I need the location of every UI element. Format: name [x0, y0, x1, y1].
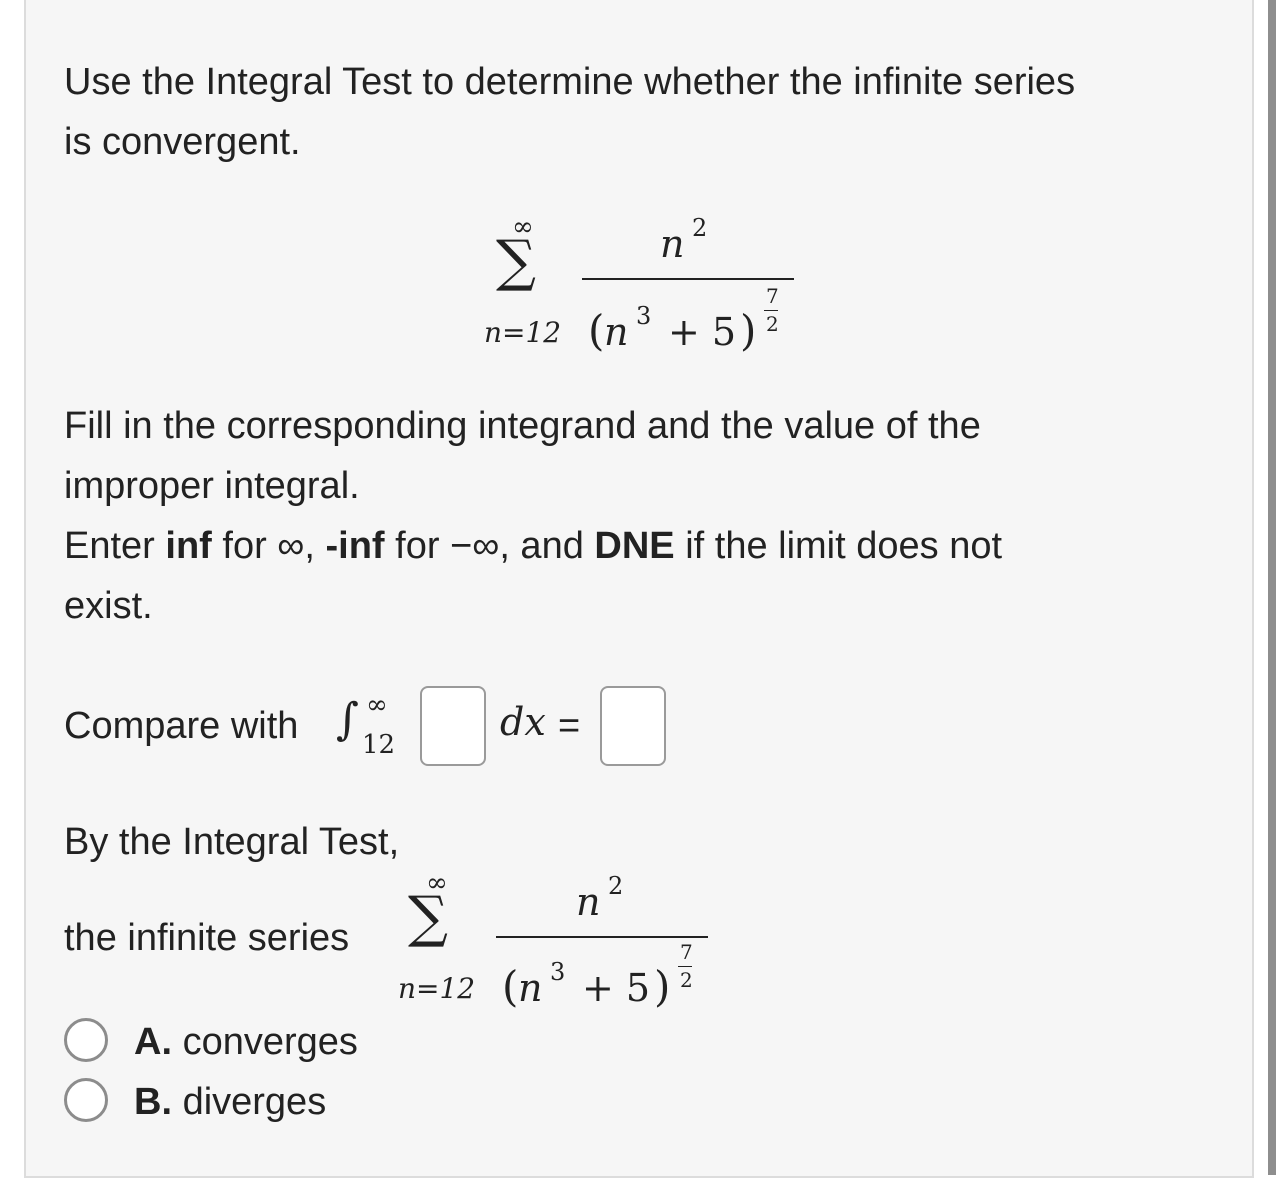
for-neg-infinity-text: for −∞, and [384, 525, 595, 567]
denominator-base-2: n [518, 966, 543, 1010]
exponent-denominator: 2 [766, 312, 779, 336]
denominator-base-exponent-2: 3 [550, 958, 566, 986]
dne-suffix: if the limit does not [674, 525, 1003, 567]
radio-option-b[interactable] [64, 1078, 108, 1122]
numerator-exponent: 2 [692, 214, 708, 242]
exponent-fraction-bar-2 [678, 966, 692, 967]
exponent-denominator-2: 2 [680, 968, 693, 992]
numerator-exponent-2: 2 [608, 872, 624, 900]
denominator-open-paren: ( [588, 306, 605, 355]
numerator-base: n [660, 222, 685, 266]
fraction-bar [582, 278, 794, 280]
sum-lower-limit-2: n=12 [398, 972, 476, 1005]
integrand-input[interactable] [420, 686, 486, 766]
denominator-base-exponent: 3 [636, 302, 652, 330]
exponent-numerator-2: 7 [680, 940, 693, 964]
equals-sign: = [558, 705, 581, 747]
integral-upper-limit: ∞ [366, 690, 388, 720]
denominator-close-paren-2: ) [654, 962, 671, 1011]
question-line-2: is convergent. [64, 121, 301, 163]
radio-option-a[interactable] [64, 1018, 108, 1062]
denominator-plus-term: + 5 [668, 310, 737, 354]
dx-label: dx [500, 700, 546, 744]
instruction-line-4: exist. [64, 585, 153, 627]
denominator-plus-term-2: + 5 [582, 966, 651, 1010]
denominator-base: n [604, 310, 629, 354]
instruction-line-1: Fill in the corresponding integrand and … [64, 405, 981, 447]
integral-sign: ∫ [336, 694, 359, 745]
instruction-line-2: improper integral. [64, 465, 360, 507]
sigma-symbol: ∑ [496, 229, 536, 294]
for-infinity-text: for ∞, [211, 525, 326, 567]
neg-inf-keyword: -inf [325, 525, 385, 567]
integral-lower-limit: 12 [362, 730, 396, 760]
option-b-text: diverges [182, 1081, 327, 1123]
option-a-label[interactable]: A. converges [134, 1012, 358, 1072]
denominator-close-paren: ) [740, 306, 757, 355]
sum-lower-limit: n=12 [484, 316, 562, 349]
option-b-label[interactable]: B. diverges [134, 1072, 326, 1132]
integral-value-input[interactable] [600, 686, 666, 766]
question-line-1: Use the Integral Test to determine wheth… [64, 61, 1076, 103]
option-a-text: converges [182, 1021, 358, 1063]
series-label: the infinite series [64, 917, 350, 959]
scrollbar[interactable] [1268, 0, 1276, 1175]
inf-keyword: inf [165, 525, 212, 567]
exponent-fraction-bar [764, 310, 778, 311]
enter-prefix: Enter [64, 525, 166, 567]
option-b-letter: B. [134, 1081, 172, 1123]
option-a-letter: A. [134, 1021, 172, 1063]
dne-keyword: DNE [594, 525, 675, 567]
instruction-line-3: Enter inf for ∞, -inf for −∞, and DNE if… [64, 516, 1002, 576]
fraction-bar-2 [496, 936, 708, 938]
compare-label: Compare with [64, 705, 299, 747]
conclusion-intro: By the Integral Test, [64, 821, 400, 863]
denominator-open-paren-2: ( [502, 962, 519, 1011]
exponent-numerator: 7 [766, 284, 779, 308]
numerator-base-2: n [576, 880, 601, 924]
sigma-symbol-2: ∑ [408, 885, 448, 950]
